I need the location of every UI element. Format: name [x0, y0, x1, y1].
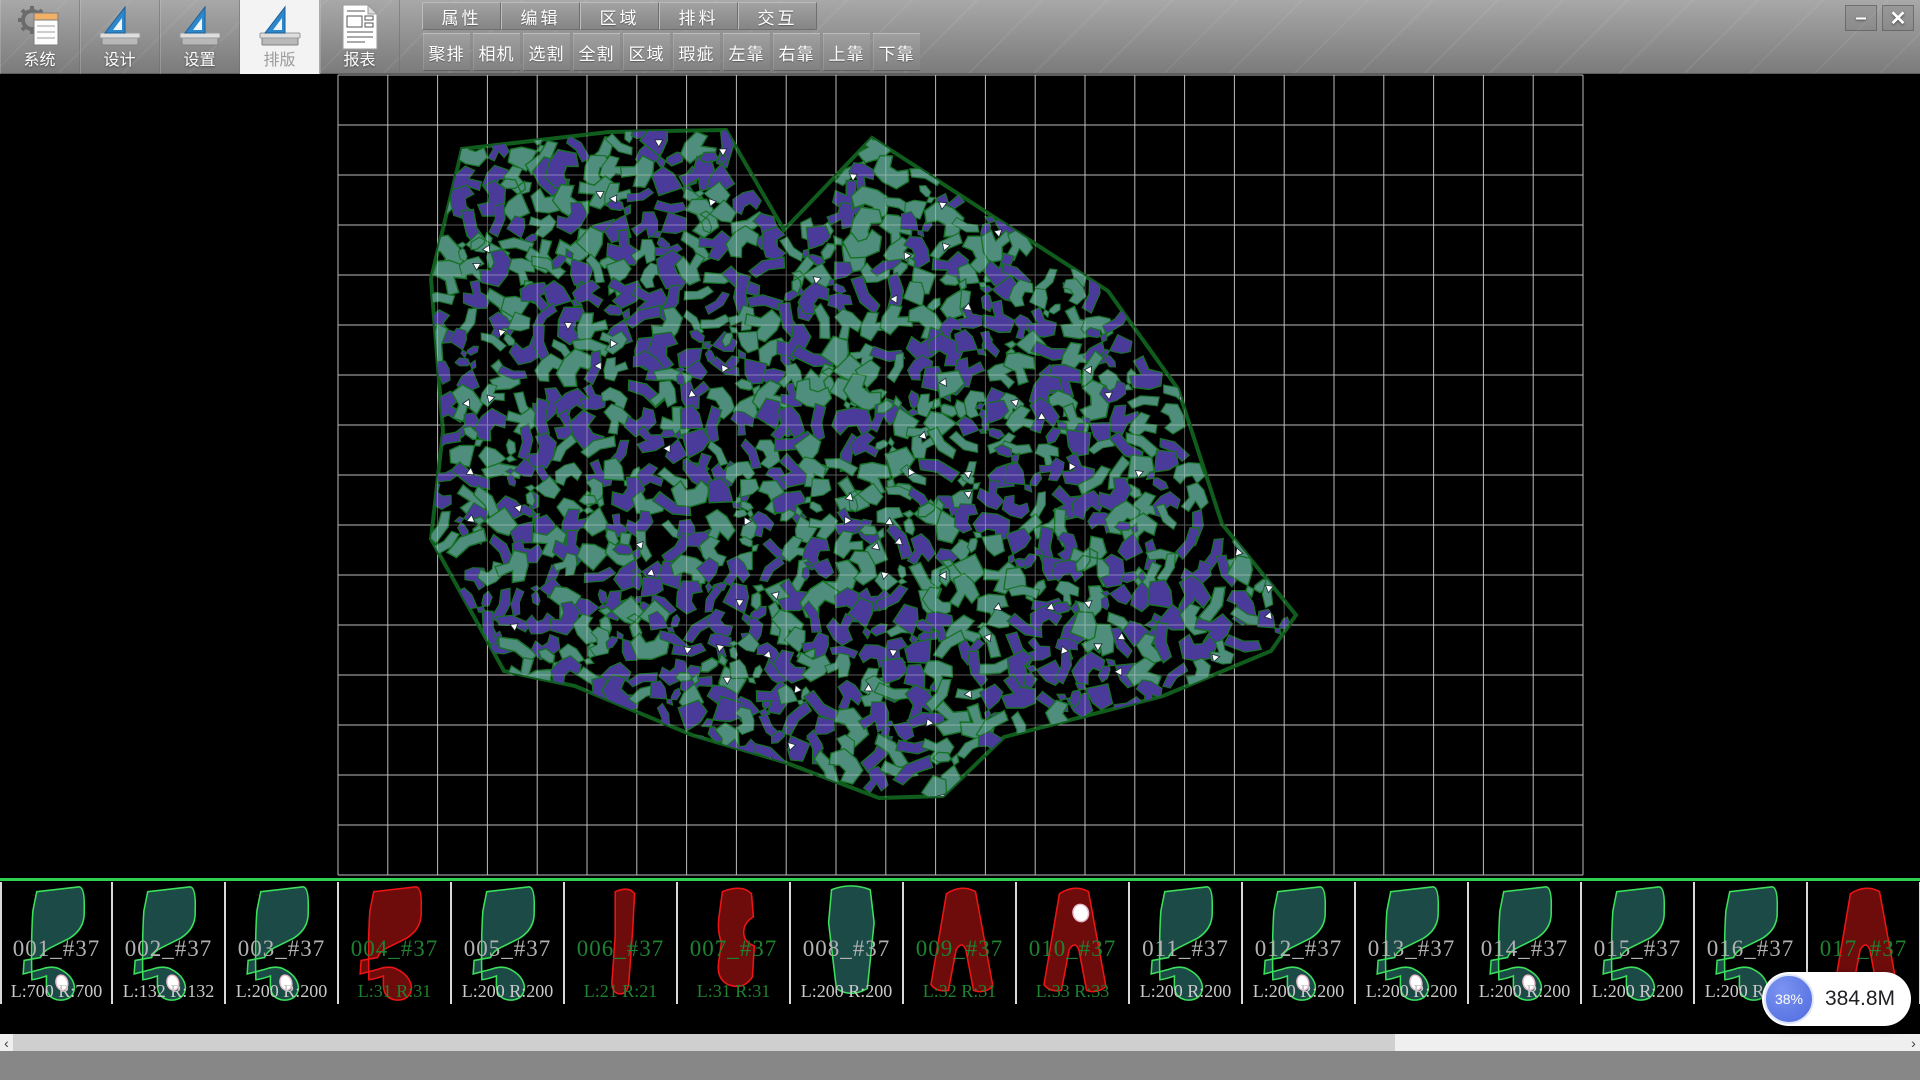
menu-tab-交互[interactable]: 交互	[738, 2, 817, 30]
horizontal-scrollbar[interactable]: ‹ ›	[0, 1034, 1920, 1051]
menu-tab-编辑[interactable]: 编辑	[501, 2, 580, 30]
piece-lr-count: L:32 R:31	[904, 981, 1015, 1002]
action-buttons-row: 聚排相机选割全割区域瑕疵左靠右靠上靠下靠	[423, 33, 920, 71]
minimize-button[interactable]: –	[1845, 5, 1877, 31]
ruler-icon	[96, 3, 144, 51]
piece-thumbnail-004_#37[interactable]: 004_#37 L:31 R:31	[339, 882, 452, 1004]
piece-thumbnail-strip: 001_#37 L:700 R:700 002_#37 L:132 R:132 …	[0, 878, 1920, 1006]
action-button-左靠[interactable]: 左靠	[723, 33, 770, 71]
title-bar: 系统 设计 设置 排版 报表 属性编辑区域排料交互 聚排相机选割全割区域瑕疵左靠…	[0, 0, 1920, 74]
menu-tabs-group: 属性编辑区域排料交互	[422, 2, 817, 30]
memory-status-pill: 38% 384.8M	[1762, 972, 1911, 1026]
piece-id: 014_#37	[1469, 936, 1580, 962]
main-buttons-group: 系统 设计 设置 排版 报表	[0, 0, 400, 74]
piece-thumbnail-007_#37[interactable]: 007_#37 L:31 R:31	[678, 882, 791, 1004]
action-button-选割[interactable]: 选割	[523, 33, 570, 71]
piece-id: 010_#37	[1017, 936, 1128, 962]
action-button-上靠[interactable]: 上靠	[823, 33, 870, 71]
piece-thumbnail-011_#37[interactable]: 011_#37 L:200 R:200	[1130, 882, 1243, 1004]
piece-id: 016_#37	[1695, 936, 1806, 962]
report-icon	[339, 3, 381, 51]
piece-id: 008_#37	[791, 936, 902, 962]
piece-id: 006_#37	[565, 936, 676, 962]
main-button-label: 系统	[23, 51, 55, 71]
scroll-left-icon[interactable]: ‹	[0, 1034, 13, 1051]
piece-thumbnail-015_#37[interactable]: 015_#37 L:200 R:200	[1582, 882, 1695, 1004]
piece-thumbnail-010_#37[interactable]: 010_#37 L:33 R:33	[1017, 882, 1130, 1004]
main-button-label: 设计	[103, 51, 135, 71]
piece-id: 012_#37	[1243, 936, 1354, 962]
piece-lr-count: L:200 R:200	[1243, 981, 1354, 1002]
menu-tab-区域[interactable]: 区域	[580, 2, 659, 30]
main-button-label: 报表	[343, 51, 375, 71]
piece-id: 001_#37	[2, 936, 111, 962]
action-button-全割[interactable]: 全割	[573, 33, 620, 71]
piece-id: 007_#37	[678, 936, 789, 962]
piece-thumbnail-003_#37[interactable]: 003_#37 L:200 R:200	[226, 882, 339, 1004]
piece-lr-count: L:200 R:200	[1356, 981, 1467, 1002]
main-button-排版[interactable]: 排版	[240, 0, 320, 74]
nesting-canvas[interactable]	[0, 74, 1920, 878]
main-button-设计[interactable]: 设计	[80, 0, 160, 74]
main-button-设置[interactable]: 设置	[160, 0, 240, 74]
piece-id: 005_#37	[452, 936, 563, 962]
piece-lr-count: L:31 R:31	[678, 981, 789, 1002]
piece-lr-count: L:700 R:700	[2, 981, 111, 1002]
scroll-right-icon[interactable]: ›	[1907, 1034, 1920, 1051]
action-button-下靠[interactable]: 下靠	[873, 33, 920, 71]
piece-thumbnail-002_#37[interactable]: 002_#37 L:132 R:132	[113, 882, 226, 1004]
piece-thumbnail-009_#37[interactable]: 009_#37 L:32 R:31	[904, 882, 1017, 1004]
piece-thumbnail-012_#37[interactable]: 012_#37 L:200 R:200	[1243, 882, 1356, 1004]
piece-id: 015_#37	[1582, 936, 1693, 962]
piece-lr-count: L:200 R:200	[226, 981, 337, 1002]
piece-lr-count: L:200 R:200	[1582, 981, 1693, 1002]
piece-lr-count: L:31 R:31	[339, 981, 450, 1002]
piece-lr-count: L:200 R:200	[791, 981, 902, 1002]
bottom-bar	[0, 1051, 1920, 1080]
piece-id: 004_#37	[339, 936, 450, 962]
window-controls: – ✕	[1845, 5, 1914, 31]
piece-id: 013_#37	[1356, 936, 1467, 962]
memory-usage-text: 384.8M	[1825, 987, 1895, 1011]
nesting-canvas-svg	[0, 74, 1920, 878]
action-button-区域[interactable]: 区域	[623, 33, 670, 71]
piece-thumbnail-005_#37[interactable]: 005_#37 L:200 R:200	[452, 882, 565, 1004]
piece-id: 011_#37	[1130, 936, 1241, 962]
main-button-系统[interactable]: 系统	[0, 0, 80, 74]
piece-id: 003_#37	[226, 936, 337, 962]
piece-thumbnail-014_#37[interactable]: 014_#37 L:200 R:200	[1469, 882, 1582, 1004]
piece-lr-count: L:21 R:21	[565, 981, 676, 1002]
piece-id: 002_#37	[113, 936, 224, 962]
piece-id: 009_#37	[904, 936, 1015, 962]
close-button[interactable]: ✕	[1882, 5, 1914, 31]
action-button-聚排[interactable]: 聚排	[423, 33, 470, 71]
piece-thumbnail-006_#37[interactable]: 006_#37 L:21 R:21	[565, 882, 678, 1004]
percent-badge: 38%	[1764, 974, 1814, 1024]
menu-tab-排料[interactable]: 排料	[659, 2, 738, 30]
action-button-瑕疵[interactable]: 瑕疵	[673, 33, 720, 71]
piece-lr-count: L:200 R:200	[452, 981, 563, 1002]
system-gear-icon	[15, 3, 65, 51]
piece-lr-count: L:33 R:33	[1017, 981, 1128, 1002]
action-button-右靠[interactable]: 右靠	[773, 33, 820, 71]
piece-lr-count: L:200 R:200	[1469, 981, 1580, 1002]
piece-thumbnail-001_#37[interactable]: 001_#37 L:700 R:700	[0, 882, 113, 1004]
main-button-label: 排版	[263, 51, 295, 71]
piece-id: 017_#37	[1808, 936, 1919, 962]
menu-tab-属性[interactable]: 属性	[422, 2, 501, 30]
action-button-相机[interactable]: 相机	[473, 33, 520, 71]
scrollbar-thumb[interactable]	[13, 1034, 1395, 1051]
main-button-报表[interactable]: 报表	[320, 0, 400, 74]
piece-thumbnail-013_#37[interactable]: 013_#37 L:200 R:200	[1356, 882, 1469, 1004]
ruler-icon	[176, 3, 224, 51]
piece-lr-count: L:200 R:200	[1130, 981, 1241, 1002]
main-button-label: 设置	[183, 51, 215, 71]
piece-thumbnail-008_#37[interactable]: 008_#37 L:200 R:200	[791, 882, 904, 1004]
piece-lr-count: L:132 R:132	[113, 981, 224, 1002]
ruler-icon	[256, 3, 304, 51]
